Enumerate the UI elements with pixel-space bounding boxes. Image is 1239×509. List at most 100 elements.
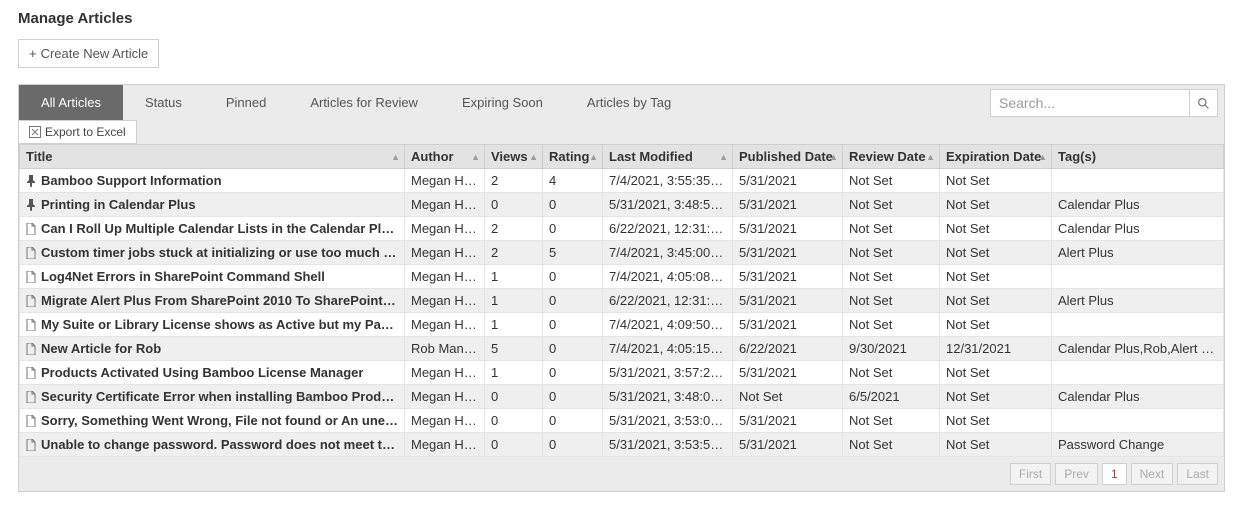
cell-rating: 0 xyxy=(543,385,603,409)
cell-author: Megan Hunt xyxy=(405,169,485,193)
cell-views: 0 xyxy=(485,433,543,457)
article-title: Log4Net Errors in SharePoint Command She… xyxy=(41,269,325,284)
col-author[interactable]: Author▲ xyxy=(405,145,485,169)
col-rating[interactable]: Rating▲ xyxy=(543,145,603,169)
cell-tags xyxy=(1052,361,1224,385)
export-excel-button[interactable]: Export to Excel xyxy=(19,121,137,143)
cell-tags xyxy=(1052,313,1224,337)
cell-pub: 5/31/2021 xyxy=(733,433,843,457)
table-row[interactable]: Sorry, Something Went Wrong, File not fo… xyxy=(20,409,1224,433)
document-icon xyxy=(26,247,36,259)
cell-author: Megan Hunt xyxy=(405,289,485,313)
table-row[interactable]: Security Certificate Error when installi… xyxy=(20,385,1224,409)
cell-review: Not Set xyxy=(843,433,940,457)
article-title: Migrate Alert Plus From SharePoint 2010 … xyxy=(41,293,398,308)
cell-exp: Not Set xyxy=(940,409,1052,433)
cell-rating: 0 xyxy=(543,193,603,217)
tab-articles-by-tag[interactable]: Articles by Tag xyxy=(565,85,693,120)
tab-articles-for-review[interactable]: Articles for Review xyxy=(288,85,440,120)
tab-expiring-soon[interactable]: Expiring Soon xyxy=(440,85,565,120)
table-row[interactable]: New Article for RobRob Manfredi507/4/202… xyxy=(20,337,1224,361)
cell-pub: 6/22/2021 xyxy=(733,337,843,361)
sort-icon: ▲ xyxy=(829,152,838,162)
cell-pub: 5/31/2021 xyxy=(733,265,843,289)
search-button[interactable] xyxy=(1190,89,1218,117)
export-excel-label: Export to Excel xyxy=(45,125,126,139)
cell-pub: 5/31/2021 xyxy=(733,169,843,193)
cell-pub: Not Set xyxy=(733,385,843,409)
cell-pub: 5/31/2021 xyxy=(733,241,843,265)
col-published-date[interactable]: Published Date▲ xyxy=(733,145,843,169)
create-article-button[interactable]: + Create New Article xyxy=(18,39,159,68)
cell-author: Megan Hunt xyxy=(405,241,485,265)
cell-author: Megan Hunt xyxy=(405,313,485,337)
table-row[interactable]: Can I Roll Up Multiple Calendar Lists in… xyxy=(20,217,1224,241)
pager-page-1[interactable]: 1 xyxy=(1102,463,1127,485)
table-row[interactable]: My Suite or Library License shows as Act… xyxy=(20,313,1224,337)
cell-review: Not Set xyxy=(843,169,940,193)
cell-views: 1 xyxy=(485,313,543,337)
cell-views: 2 xyxy=(485,241,543,265)
tab-pinned[interactable]: Pinned xyxy=(204,85,288,120)
cell-review: Not Set xyxy=(843,313,940,337)
cell-exp: 12/31/2021 xyxy=(940,337,1052,361)
sort-icon: ▲ xyxy=(719,152,728,162)
cell-last_mod: 5/31/2021, 3:48:55 PM xyxy=(603,193,733,217)
col-title[interactable]: Title▲ xyxy=(20,145,405,169)
table-row[interactable]: Printing in Calendar PlusMegan Hunt005/3… xyxy=(20,193,1224,217)
cell-rating: 0 xyxy=(543,337,603,361)
page-title: Manage Articles xyxy=(18,10,1225,27)
sort-icon: ▲ xyxy=(589,152,598,162)
articles-panel: All ArticlesStatusPinnedArticles for Rev… xyxy=(18,84,1225,492)
pager-first[interactable]: First xyxy=(1010,463,1051,485)
table-row[interactable]: Products Activated Using Bamboo License … xyxy=(20,361,1224,385)
cell-last_mod: 6/22/2021, 12:31:41 PM xyxy=(603,289,733,313)
tab-status[interactable]: Status xyxy=(123,85,204,120)
cell-exp: Not Set xyxy=(940,217,1052,241)
cell-author: Megan Hunt xyxy=(405,409,485,433)
col-expiration-date[interactable]: Expiration Date▲ xyxy=(940,145,1052,169)
search-input[interactable] xyxy=(990,89,1190,117)
article-title: Products Activated Using Bamboo License … xyxy=(41,365,363,380)
cell-review: Not Set xyxy=(843,361,940,385)
article-title: Printing in Calendar Plus xyxy=(41,197,196,212)
sort-icon: ▲ xyxy=(529,152,538,162)
cell-tags: Calendar Plus,Rob,Alert Plus xyxy=(1052,337,1224,361)
create-article-label: Create New Article xyxy=(41,46,149,61)
cell-exp: Not Set xyxy=(940,169,1052,193)
tab-all-articles[interactable]: All Articles xyxy=(19,85,123,120)
cell-last_mod: 7/4/2021, 4:09:50 PM xyxy=(603,313,733,337)
cell-pub: 5/31/2021 xyxy=(733,289,843,313)
cell-review: Not Set xyxy=(843,409,940,433)
pager-last[interactable]: Last xyxy=(1177,463,1218,485)
cell-review: Not Set xyxy=(843,193,940,217)
table-row[interactable]: Migrate Alert Plus From SharePoint 2010 … xyxy=(20,289,1224,313)
cell-review: 6/5/2021 xyxy=(843,385,940,409)
cell-views: 1 xyxy=(485,265,543,289)
pager-prev[interactable]: Prev xyxy=(1055,463,1098,485)
sort-icon: ▲ xyxy=(1038,152,1047,162)
cell-last_mod: 5/31/2021, 3:53:07 PM xyxy=(603,409,733,433)
col-last-modified[interactable]: Last Modified▲ xyxy=(603,145,733,169)
article-title: Custom timer jobs stuck at initializing … xyxy=(41,245,398,260)
cell-tags: Calendar Plus xyxy=(1052,193,1224,217)
col-views[interactable]: Views▲ xyxy=(485,145,543,169)
cell-last_mod: 7/4/2021, 4:05:15 PM xyxy=(603,337,733,361)
cell-last_mod: 5/31/2021, 3:53:59 PM xyxy=(603,433,733,457)
cell-rating: 0 xyxy=(543,265,603,289)
table-row[interactable]: Custom timer jobs stuck at initializing … xyxy=(20,241,1224,265)
cell-pub: 5/31/2021 xyxy=(733,361,843,385)
sort-icon: ▲ xyxy=(471,152,480,162)
cell-review: Not Set xyxy=(843,289,940,313)
pager-next[interactable]: Next xyxy=(1131,463,1174,485)
cell-last_mod: 7/4/2021, 3:55:35 PM xyxy=(603,169,733,193)
col-review-date[interactable]: Review Date▲ xyxy=(843,145,940,169)
cell-last_mod: 5/31/2021, 3:48:00 PM xyxy=(603,385,733,409)
cell-exp: Not Set xyxy=(940,313,1052,337)
table-row[interactable]: Unable to change password. Password does… xyxy=(20,433,1224,457)
table-row[interactable]: Log4Net Errors in SharePoint Command She… xyxy=(20,265,1224,289)
cell-last_mod: 7/4/2021, 4:05:08 PM xyxy=(603,265,733,289)
col-tag-s-[interactable]: Tag(s) xyxy=(1052,145,1224,169)
cell-tags xyxy=(1052,169,1224,193)
table-row[interactable]: Bamboo Support InformationMegan Hunt247/… xyxy=(20,169,1224,193)
